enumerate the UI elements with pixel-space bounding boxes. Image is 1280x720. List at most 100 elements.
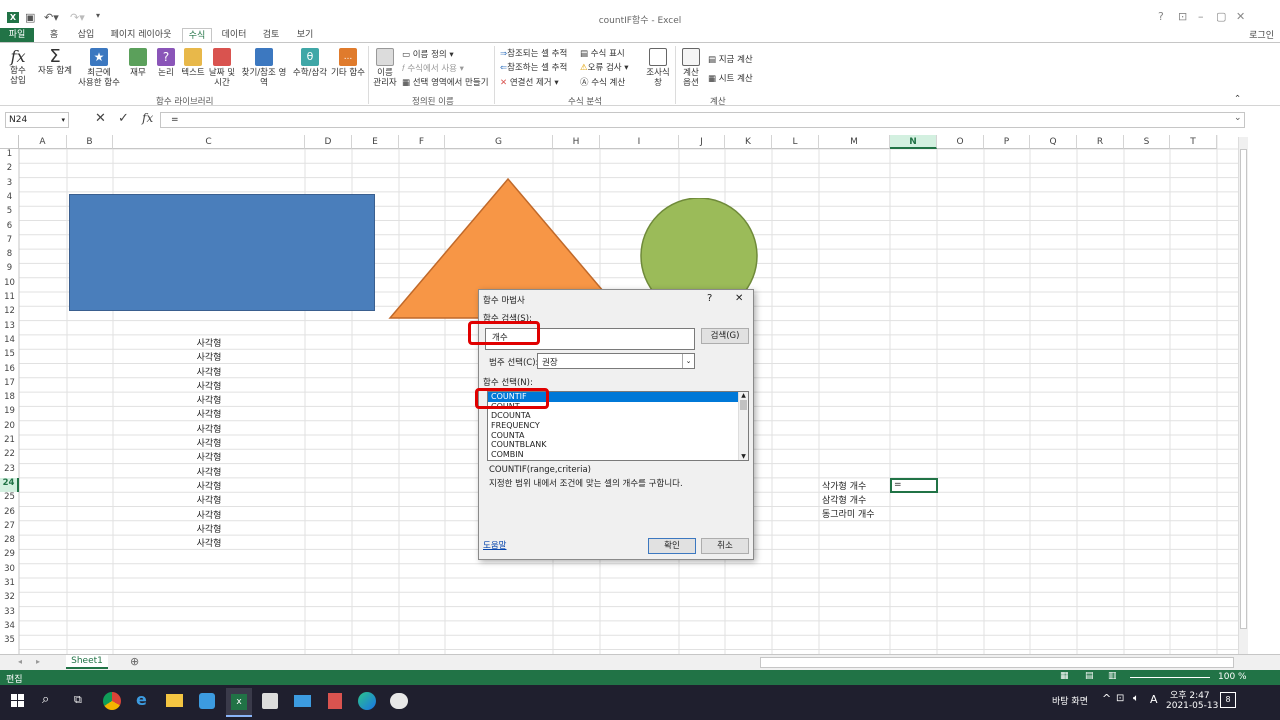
remove-arrows-button[interactable]: ✕ 연결선 제거 ▾ <box>500 76 559 88</box>
datetime-button[interactable]: 날짜 및 시간 <box>207 48 237 88</box>
column-header-c[interactable]: C <box>113 135 305 149</box>
column-header-h[interactable]: H <box>553 135 600 149</box>
tab-home[interactable]: 홈 <box>44 28 64 42</box>
error-check-button[interactable]: ⚠오류 검사 ▾ <box>580 61 629 73</box>
cell-c15[interactable]: 사각형 <box>113 350 305 363</box>
cell-m24[interactable]: 삭가형 개수 <box>822 479 866 492</box>
dialog-close-button[interactable]: ✕ <box>735 293 743 304</box>
horizontal-scrollbar[interactable] <box>760 657 1234 668</box>
row-header-1[interactable]: 1 <box>0 149 19 163</box>
cell-c28[interactable]: 사각형 <box>113 536 305 549</box>
show-formulas-button[interactable]: ▤ 수식 표시 <box>580 47 625 59</box>
trace-precedents-button[interactable]: ⇒참조되는 셀 추적 <box>500 47 567 59</box>
restore-button[interactable]: ▢ <box>1216 10 1226 23</box>
cell-c17[interactable]: 사각형 <box>113 379 305 392</box>
column-header-d[interactable]: D <box>305 135 352 149</box>
row-header-13[interactable]: 13 <box>0 321 19 335</box>
row-header-26[interactable]: 26 <box>0 507 19 521</box>
prev-sheet-icon[interactable]: ◂ <box>18 657 22 666</box>
collapse-ribbon-icon[interactable]: ⌃ <box>1234 94 1241 104</box>
paint-icon[interactable] <box>390 693 408 709</box>
function-item-countblank[interactable]: COUNTBLANK <box>488 440 738 450</box>
create-from-selection-button[interactable]: ▦ 선택 영역에서 만들기 <box>402 76 489 88</box>
define-name-button[interactable]: ▭ 이름 정의 ▾ <box>402 48 454 60</box>
rectangle-shape[interactable] <box>69 194 375 311</box>
row-header-35[interactable]: 35 <box>0 635 19 649</box>
row-header-19[interactable]: 19 <box>0 406 19 420</box>
cell-c19[interactable]: 사각형 <box>113 407 305 420</box>
edge-icon[interactable] <box>358 692 376 710</box>
cell-c21[interactable]: 사각형 <box>113 436 305 449</box>
active-cell-n24[interactable]: = <box>890 478 938 493</box>
cell-c26[interactable]: 사각형 <box>113 508 305 521</box>
row-header-16[interactable]: 16 <box>0 364 19 378</box>
function-item-frequency[interactable]: FREQUENCY <box>488 421 738 431</box>
name-manager-button[interactable]: 이름 관리자 <box>372 48 398 88</box>
column-header-t[interactable]: T <box>1170 135 1217 149</box>
search-button[interactable]: 검색(G) <box>701 328 749 344</box>
column-header-e[interactable]: E <box>352 135 399 149</box>
cell-c27[interactable]: 사각형 <box>113 522 305 535</box>
row-header-3[interactable]: 3 <box>0 178 19 192</box>
tray-chevron-icon[interactable]: ^ <box>1102 692 1111 705</box>
ribbon-display-icon[interactable]: ⊡ <box>1178 10 1187 23</box>
chrome-icon[interactable] <box>103 692 121 710</box>
add-sheet-icon[interactable]: ⊕ <box>130 655 139 668</box>
column-header-l[interactable]: L <box>772 135 819 149</box>
row-header-8[interactable]: 8 <box>0 249 19 263</box>
windows-start-icon[interactable] <box>11 694 25 708</box>
circle-shape[interactable] <box>639 198 761 302</box>
row-header-17[interactable]: 17 <box>0 378 19 392</box>
cancel-button[interactable]: 취소 <box>701 538 749 554</box>
row-header-28[interactable]: 28 <box>0 535 19 549</box>
recent-functions-button[interactable]: ★ 최근에 사용한 함수 <box>74 48 124 88</box>
desktop-label[interactable]: 바탕 화면 <box>1052 694 1088 707</box>
network-icon[interactable]: ⊡ <box>1116 693 1124 704</box>
row-header-12[interactable]: 12 <box>0 306 19 320</box>
row-header-29[interactable]: 29 <box>0 549 19 563</box>
calc-sheet-button[interactable]: ▦ 시트 계산 <box>708 72 753 84</box>
minimize-button[interactable]: – <box>1198 10 1204 23</box>
cell-m26[interactable]: 동그라미 개수 <box>822 507 875 520</box>
mail-icon[interactable] <box>294 695 311 707</box>
column-header-r[interactable]: R <box>1077 135 1124 149</box>
function-item-counta[interactable]: COUNTA <box>488 431 738 441</box>
notification-icon[interactable]: 8 <box>1220 692 1236 708</box>
row-header-11[interactable]: 11 <box>0 292 19 306</box>
finance-button[interactable]: 재무 <box>126 48 150 78</box>
normal-view-icon[interactable]: ▦ <box>1060 671 1069 681</box>
select-all-corner[interactable] <box>0 135 19 149</box>
cell-c18[interactable]: 사각형 <box>113 393 305 406</box>
row-header-25[interactable]: 25 <box>0 492 19 506</box>
scroll-thumb[interactable] <box>740 400 747 410</box>
zoom-level[interactable]: 100 % <box>1218 672 1247 682</box>
function-item-dcounta[interactable]: DCOUNTA <box>488 411 738 421</box>
cell-c22[interactable]: 사각형 <box>113 450 305 463</box>
sheet-tab-sheet1[interactable]: Sheet1 <box>66 655 108 669</box>
dialog-help-button[interactable]: ? <box>707 293 712 304</box>
row-header-15[interactable]: 15 <box>0 349 19 363</box>
column-header-m[interactable]: M <box>819 135 890 149</box>
excel-taskbar-icon[interactable]: x <box>226 688 252 717</box>
tab-review[interactable]: 검토 <box>258 28 284 42</box>
cell-c25[interactable]: 사각형 <box>113 493 305 506</box>
math-button[interactable]: θ 수학/삼각 <box>291 48 329 78</box>
row-header-10[interactable]: 10 <box>0 278 19 292</box>
row-header-32[interactable]: 32 <box>0 592 19 606</box>
calc-now-button[interactable]: ▤ 지금 계산 <box>708 53 753 65</box>
logical-button[interactable]: ? 논리 <box>154 48 178 78</box>
tab-file[interactable]: 파일 <box>0 28 34 42</box>
use-in-formula-button[interactable]: 𝑓 수식에서 사용 ▾ <box>402 62 464 74</box>
app-blue-icon[interactable] <box>199 693 215 709</box>
column-header-j[interactable]: J <box>679 135 725 149</box>
column-header-a[interactable]: A <box>19 135 67 149</box>
page-layout-view-icon[interactable]: ▤ <box>1085 671 1094 681</box>
tab-page-layout[interactable]: 페이지 레이아웃 <box>108 28 174 42</box>
column-header-g[interactable]: G <box>445 135 553 149</box>
row-header-33[interactable]: 33 <box>0 607 19 621</box>
search-icon[interactable]: ⌕ <box>42 692 49 707</box>
page-break-view-icon[interactable]: ▥ <box>1108 671 1117 681</box>
text-button[interactable]: 텍스트 <box>180 48 206 78</box>
row-header-31[interactable]: 31 <box>0 578 19 592</box>
lookup-button[interactable]: 찾기/참조 영역 <box>238 48 290 88</box>
